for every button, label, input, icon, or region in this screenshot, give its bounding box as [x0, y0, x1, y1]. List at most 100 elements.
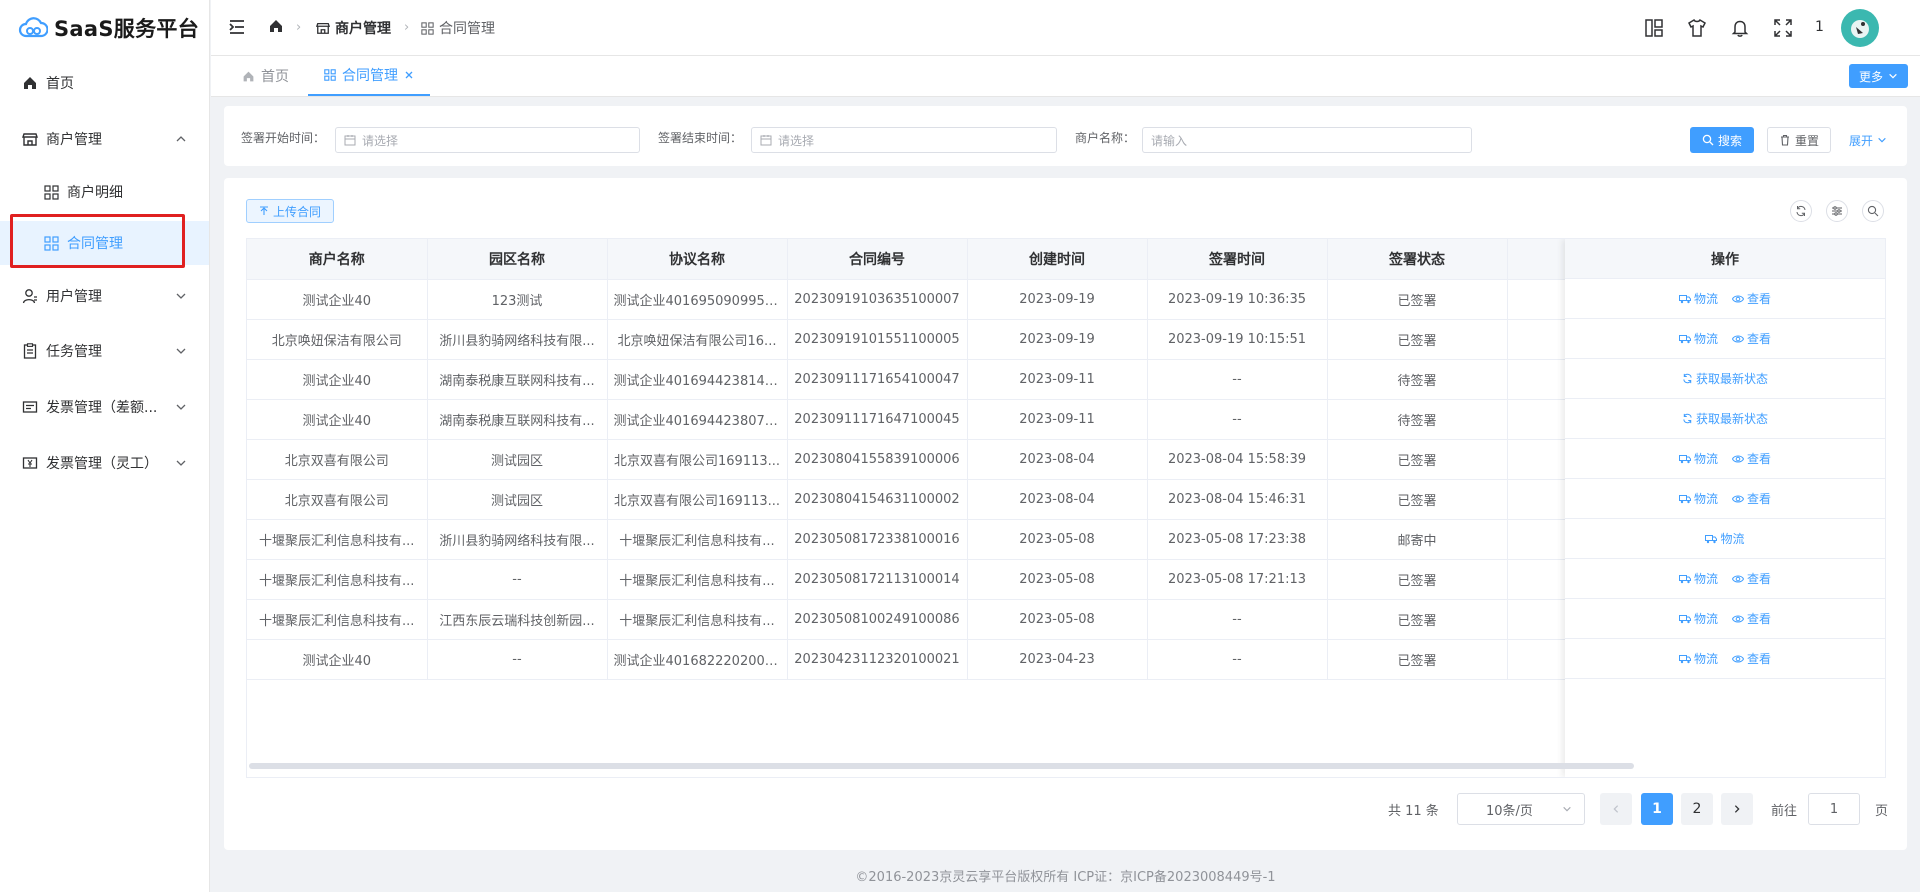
logo[interactable]: SaaS服务平台 — [0, 0, 209, 56]
user-badge: 1 — [1815, 19, 1824, 35]
view-link[interactable]: 查看 — [1732, 450, 1771, 467]
logistics-link[interactable]: 物流 — [1678, 610, 1718, 627]
link-label: 物流 — [1693, 492, 1718, 506]
logistics-link[interactable]: 物流 — [1678, 450, 1718, 467]
table-cell: 20230508172113100014 — [787, 559, 968, 600]
fullscreen-icon[interactable] — [1773, 18, 1793, 38]
column-settings-icon[interactable] — [1826, 200, 1848, 222]
sidebar-item-merchant-detail[interactable]: 商户明细 — [0, 172, 209, 212]
view-link[interactable]: 查看 — [1732, 330, 1771, 347]
merchant-name-input[interactable]: 请输入 — [1142, 127, 1472, 153]
logistics-link[interactable]: 物流 — [1678, 570, 1718, 587]
logistics-link[interactable]: 物流 — [1678, 290, 1718, 307]
table-cell: -- — [427, 639, 608, 680]
logistics-link[interactable]: 物流 — [1678, 650, 1718, 667]
bell-icon[interactable] — [1730, 18, 1750, 38]
link-label: 查看 — [1747, 612, 1772, 626]
logistics-link[interactable]: 物流 — [1678, 330, 1718, 347]
search-button[interactable]: 搜索 — [1690, 127, 1754, 153]
search-icon[interactable] — [1862, 200, 1884, 222]
table-cell: 邮寄中 — [1327, 519, 1508, 560]
goto-page-input[interactable]: 1 — [1808, 793, 1860, 825]
view-link[interactable]: 查看 — [1732, 490, 1771, 507]
tab-label: 合同管理 — [342, 68, 398, 84]
table-cell: 20230919101551100005 — [787, 319, 968, 360]
operations-cell: 物流 查看 — [1565, 279, 1885, 319]
operations-cell: 物流 查看 — [1565, 319, 1885, 359]
table-cell: 已签署 — [1327, 279, 1508, 320]
breadcrumb-contract-management: 合同管理 — [421, 18, 495, 38]
truck-icon — [1678, 654, 1691, 664]
table-cell: 北京双喜有限公司 — [247, 439, 428, 480]
link-label: 获取最新状态 — [1695, 412, 1768, 426]
table-cell: 20230804155839100006 — [787, 439, 968, 480]
sidebar-item-merchant-management[interactable]: 商户管理 — [0, 119, 209, 159]
tab-label: 首页 — [261, 69, 289, 85]
operations-cell: 物流 查看 — [1565, 639, 1885, 679]
logistics-link[interactable]: 物流 — [1678, 490, 1718, 507]
tab-contract-management[interactable]: 合同管理 — [308, 56, 430, 96]
invoice-yen-icon — [22, 455, 38, 471]
expand-button[interactable]: 展开 — [1844, 127, 1892, 153]
table-cell: 测试企业4016944238149... — [607, 359, 788, 400]
view-link[interactable]: 查看 — [1732, 570, 1771, 587]
home-icon[interactable] — [268, 18, 284, 34]
view-link[interactable]: 查看 — [1732, 650, 1771, 667]
logistics-link[interactable]: 物流 — [1705, 530, 1745, 547]
table-cell: 测试企业4016950909958... — [607, 279, 788, 320]
operations-column: 操作 物流 查看 物流 查看 获取最新状态 获取最新状态 物流 查看 物流 查看 物流 物流 查看 物流查… — [1565, 239, 1885, 777]
more-button[interactable]: 更多 — [1848, 64, 1908, 88]
table-cell: 待签署 — [1327, 399, 1508, 440]
sidebar-item-invoice-flexible[interactable]: 发票管理（灵工） — [0, 443, 209, 483]
table-cell: 2023-09-19 — [967, 319, 1148, 360]
sidebar-item-task-management[interactable]: 任务管理 — [0, 331, 209, 371]
view-link[interactable]: 查看 — [1732, 290, 1771, 307]
operations-cell: 物流 查看 — [1565, 439, 1885, 479]
reset-button[interactable]: 重置 — [1767, 127, 1831, 153]
page-size-select[interactable]: 10条/页 — [1457, 793, 1585, 825]
view-link[interactable]: 查看 — [1732, 610, 1771, 627]
next-page-button[interactable] — [1721, 793, 1753, 825]
link-label: 物流 — [1693, 332, 1718, 346]
truck-icon — [1678, 294, 1691, 304]
table-cell: 2023-05-08 17:23:38 — [1147, 519, 1328, 560]
refresh-status-link[interactable]: 获取最新状态 — [1682, 370, 1768, 387]
avatar[interactable] — [1841, 9, 1879, 47]
sidebar-item-home[interactable]: 首页 — [0, 63, 209, 103]
link-label: 物流 — [1693, 572, 1718, 586]
upload-contract-button[interactable]: 上传合同 — [246, 199, 334, 223]
horizontal-scrollbar[interactable] — [249, 763, 1634, 769]
breadcrumb-label: 商户管理 — [335, 21, 391, 37]
table-cell: 已签署 — [1327, 599, 1508, 640]
sidebar-item-label: 首页 — [46, 76, 74, 92]
sidebar-item-invoice-difference[interactable]: 发票管理（差额... — [0, 387, 209, 427]
search-card: 签署开始时间： 请选择 签署结束时间： 请选择 商户名称： 请输入 搜索 重置 … — [224, 106, 1907, 166]
end-time-picker[interactable]: 请选择 — [751, 127, 1057, 153]
expand-label: 展开 — [1848, 133, 1873, 148]
breadcrumb-merchant-management[interactable]: 商户管理 — [316, 18, 391, 38]
truck-icon — [1678, 614, 1691, 624]
eye-icon — [1732, 574, 1744, 584]
theme-shirt-icon[interactable] — [1687, 18, 1707, 38]
chevron-down-icon — [175, 457, 187, 469]
refresh-icon[interactable] — [1790, 200, 1812, 222]
table-cell: -- — [427, 559, 608, 600]
table-cell: 测试企业40 — [247, 399, 428, 440]
eye-icon — [1732, 494, 1744, 504]
page-button-2[interactable]: 2 — [1681, 793, 1713, 825]
end-time-placeholder: 请选择 — [778, 133, 815, 148]
tab-home[interactable]: 首页 — [242, 56, 289, 96]
refresh-status-link[interactable]: 获取最新状态 — [1682, 410, 1768, 427]
close-icon[interactable] — [404, 70, 414, 80]
collapse-menu-icon[interactable] — [228, 18, 246, 36]
reset-button-label: 重置 — [1794, 133, 1819, 148]
sidebar-item-label: 发票管理（灵工） — [46, 456, 158, 472]
start-time-picker[interactable]: 请选择 — [335, 127, 640, 153]
link-label: 获取最新状态 — [1695, 372, 1768, 386]
page-button-1[interactable]: 1 — [1641, 793, 1673, 825]
prev-page-button[interactable] — [1600, 793, 1632, 825]
layout-icon[interactable] — [1644, 18, 1664, 38]
invoice-icon — [22, 399, 38, 415]
sidebar-item-user-management[interactable]: 用户管理 — [0, 276, 209, 316]
goto-suffix: 页 — [1875, 803, 1889, 819]
